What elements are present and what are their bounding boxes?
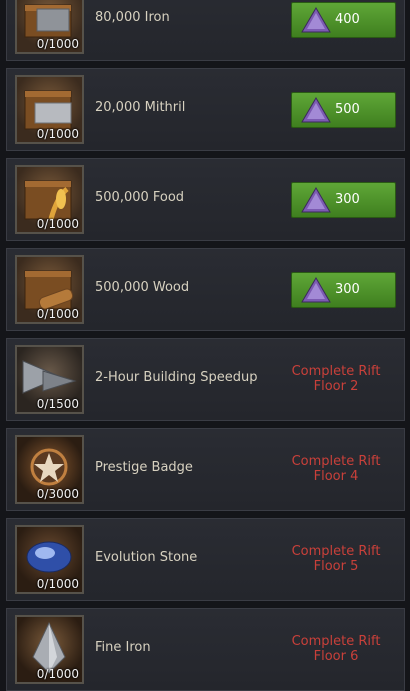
gem-icon (301, 277, 331, 303)
price: 300 (335, 282, 360, 297)
item-count: 0/1000 (36, 217, 79, 231)
gem-icon (301, 187, 331, 213)
list-item: 0/1000 Fine Iron Complete Rift Floor 6 (6, 608, 405, 691)
food-chest-icon: 0/1000 (15, 165, 84, 234)
unlock-requirement: Complete Rift Floor 5 (291, 544, 381, 574)
item-count: 0/1000 (36, 667, 79, 681)
list-item: 0/1000 Evolution Stone Complete Rift Flo… (6, 518, 405, 601)
price: 500 (335, 102, 360, 117)
gem-icon (301, 97, 331, 123)
item-count: 0/1000 (36, 307, 79, 321)
mithril-chest-icon: 0/1000 (15, 75, 84, 144)
buy-button[interactable]: 400 (291, 2, 396, 38)
item-count: 0/1000 (36, 37, 79, 51)
buy-button[interactable]: 300 (291, 272, 396, 308)
item-name: Fine Iron (95, 640, 151, 655)
gem-icon (301, 7, 331, 33)
item-name: Evolution Stone (95, 550, 198, 565)
speedup-icon: 0/1500 (15, 345, 84, 414)
price: 400 (335, 12, 360, 27)
item-count: 0/1000 (36, 577, 79, 591)
item-name: 2-Hour Building Speedup (95, 370, 258, 385)
item-count: 0/1500 (36, 397, 79, 411)
item-count: 0/3000 (36, 487, 79, 501)
prestige-badge-icon: 0/3000 (15, 435, 84, 504)
item-name: 20,000 Mithril (95, 100, 186, 115)
wood-chest-icon: 0/1000 (15, 255, 84, 324)
buy-button[interactable]: 300 (291, 182, 396, 218)
item-name: 500,000 Wood (95, 280, 190, 295)
buy-button[interactable]: 500 (291, 92, 396, 128)
price: 300 (335, 192, 360, 207)
unlock-requirement: Complete Rift Floor 6 (291, 634, 381, 664)
fine-iron-icon: 0/1000 (15, 615, 84, 684)
item-name: 80,000 Iron (95, 10, 170, 25)
item-name: 500,000 Food (95, 190, 185, 205)
list-item: 0/1000 20,000 Mithril 500 (6, 68, 405, 151)
item-count: 0/1000 (36, 127, 79, 141)
item-name: Prestige Badge (95, 460, 193, 475)
iron-chest-icon: 0/1000 (15, 0, 84, 54)
list-item: 0/1000 500,000 Wood 300 (6, 248, 405, 331)
list-item: 0/1000 80,000 Iron 400 (6, 0, 405, 61)
unlock-requirement: Complete Rift Floor 2 (291, 364, 381, 394)
evolution-stone-icon: 0/1000 (15, 525, 84, 594)
unlock-requirement: Complete Rift Floor 4 (291, 454, 381, 484)
list-item: 0/3000 Prestige Badge Complete Rift Floo… (6, 428, 405, 511)
list-item: 0/1500 2-Hour Building Speedup Complete … (6, 338, 405, 421)
list-item: 0/1000 500,000 Food 300 (6, 158, 405, 241)
